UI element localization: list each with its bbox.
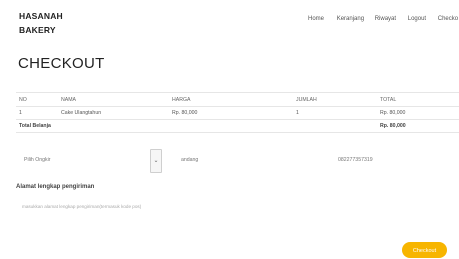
total-label: Total Belanja bbox=[16, 119, 377, 133]
column-header-total: TOTAL bbox=[377, 92, 459, 107]
column-header-jumlah: JUMLAH bbox=[293, 92, 377, 107]
brand-line-2: BAKERY bbox=[19, 25, 56, 35]
table-row: 1 Cake Ulangtahun Rp. 80,000 1 Rp. 80,00… bbox=[16, 106, 459, 120]
brand-line-1: HASANAH bbox=[19, 11, 63, 21]
brand-logo[interactable]: HASANAH BAKERY bbox=[19, 9, 63, 37]
page-title: CHECKOUT bbox=[18, 55, 105, 72]
nav-item-home[interactable]: Home bbox=[308, 16, 324, 22]
total-value: Rp. 80,000 bbox=[377, 119, 459, 133]
address-label: Alamat lengkap pengiriman bbox=[16, 184, 95, 190]
nav-item-keranjang[interactable]: Keranjang bbox=[337, 16, 364, 22]
cell-no: 1 bbox=[16, 106, 58, 120]
shipping-row: Pilih Ongkir ⌄ andang 082277357319 bbox=[16, 149, 459, 173]
address-input[interactable] bbox=[16, 200, 442, 212]
cart-table: NO NAMA HARGA JUMLAH TOTAL 1 Cake Ulangt… bbox=[16, 92, 459, 133]
cell-total: Rp. 80,000 bbox=[377, 106, 459, 120]
ongkir-select[interactable]: Pilih Ongkir bbox=[24, 157, 51, 163]
nav-item-checkout[interactable]: Checko bbox=[438, 16, 458, 22]
recipient-name: andang bbox=[181, 157, 199, 163]
column-header-no: NO bbox=[16, 92, 58, 107]
nav-item-logout[interactable]: Logout bbox=[408, 16, 426, 22]
column-header-harga: HARGA bbox=[169, 92, 293, 107]
top-nav: Home Keranjang Riwayat Logout Checko bbox=[308, 16, 458, 22]
column-header-nama: NAMA bbox=[58, 92, 169, 107]
cell-harga: Rp. 80,000 bbox=[169, 106, 293, 120]
chevron-down-icon[interactable]: ⌄ bbox=[150, 149, 162, 173]
cell-jumlah: 1 bbox=[293, 106, 377, 120]
total-row: Total Belanja Rp. 80,000 bbox=[16, 119, 459, 133]
table-header-row: NO NAMA HARGA JUMLAH TOTAL bbox=[16, 92, 459, 107]
cell-nama: Cake Ulangtahun bbox=[58, 106, 169, 120]
recipient-phone: 082277357319 bbox=[338, 157, 373, 163]
nav-item-riwayat[interactable]: Riwayat bbox=[375, 16, 396, 22]
